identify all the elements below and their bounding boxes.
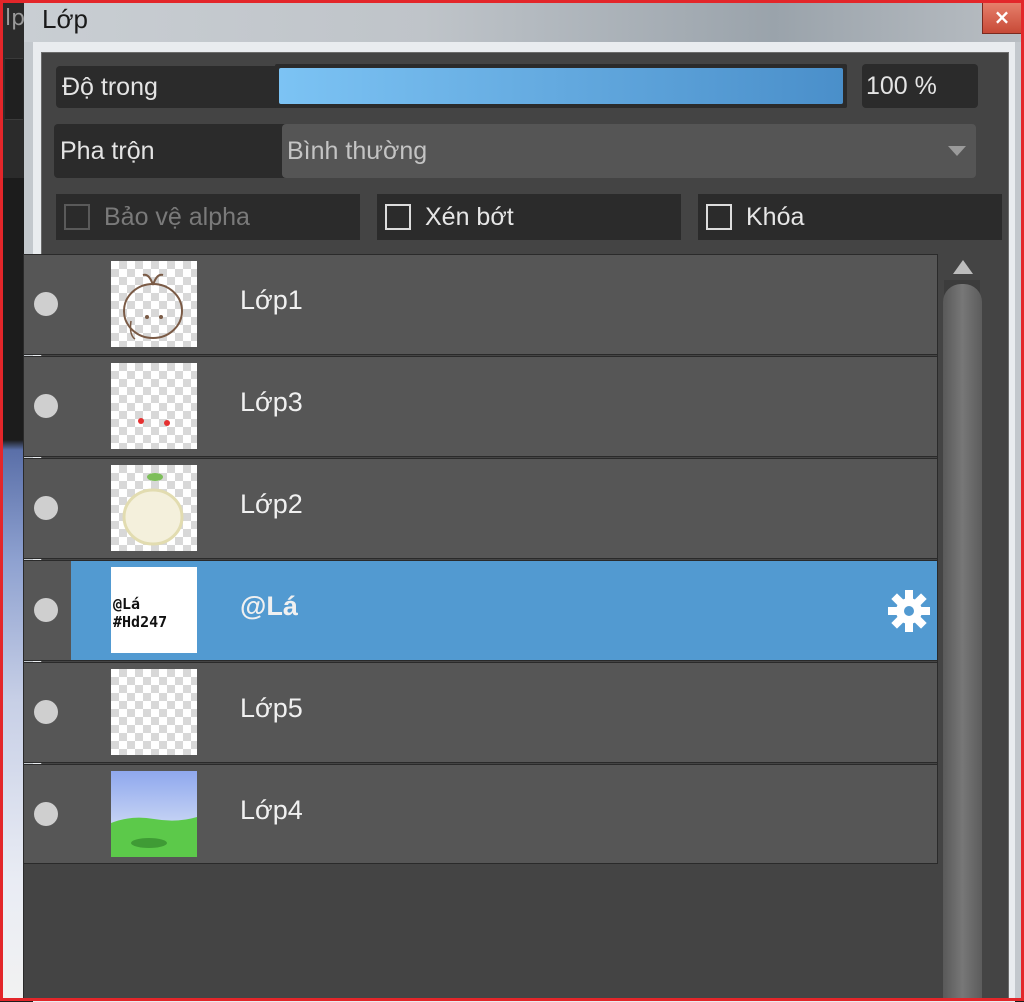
opacity-value[interactable]: 100 % [862, 64, 978, 108]
scroll-up-arrow-icon[interactable] [950, 256, 976, 278]
sky-grass-thumbnail [111, 771, 197, 857]
layer-row[interactable]: Lớp1 [23, 254, 938, 355]
opacity-slider[interactable] [275, 64, 847, 108]
protect-alpha-label: Bảo vệ alpha [104, 202, 250, 231]
layer-name: Lớp3 [240, 387, 303, 417]
title-bar[interactable]: Lớp × [24, 0, 1024, 42]
checkbox-box [706, 204, 732, 230]
checkbox-box [64, 204, 90, 230]
layer-thumbnail [111, 771, 197, 857]
protect-alpha-checkbox[interactable]: Bảo vệ alpha [56, 194, 360, 240]
blend-mode-select[interactable]: Bình thường [282, 124, 976, 178]
layer-thumbnail [111, 261, 197, 347]
visibility-dot-icon[interactable] [34, 496, 58, 520]
background-text-fragment: lp [5, 6, 26, 31]
layer-name: Lớp2 [240, 489, 303, 519]
layer-name: Lớp4 [240, 795, 303, 825]
red-dots-thumbnail [138, 418, 170, 426]
visibility-dot-icon[interactable] [34, 802, 58, 826]
layer-row[interactable]: Lớp5 [23, 662, 938, 763]
lock-checkbox[interactable]: Khóa [698, 194, 1002, 240]
layer-list-empty-area [23, 864, 939, 1001]
layer-name: @Lá [240, 591, 298, 621]
visibility-dot-icon[interactable] [34, 394, 58, 418]
layer-row[interactable]: Lớp4 [23, 764, 938, 865]
text-stamp-thumbnail: @Lá #Hd247 [111, 593, 197, 631]
layer-row[interactable]: Lớp2 [23, 458, 938, 559]
layer-thumbnail [111, 669, 197, 755]
gear-icon[interactable] [886, 588, 932, 634]
clip-label: Xén bớt [425, 202, 514, 231]
layer-row-selected[interactable]: @Lá #Hd247 @Lá [23, 560, 938, 661]
layer-list: Lớp1 Lớp3 Lớp2 @Lá #Hd247 @Lá Lớp5 Lớp4 [23, 254, 938, 865]
opacity-slider-fill [279, 68, 843, 104]
layer-name: Lớp5 [240, 693, 303, 723]
layer-name: Lớp1 [240, 285, 303, 315]
close-icon: × [993, 5, 1011, 29]
opacity-label: Độ trong [56, 66, 284, 108]
layer-row[interactable]: Lớp3 [23, 356, 938, 457]
face-sketch-thumbnail [123, 273, 183, 340]
chevron-down-icon [948, 146, 966, 156]
layer-thumbnail: @Lá #Hd247 [111, 567, 197, 653]
thumb-text-line-2: #Hd247 [113, 613, 167, 631]
window-title: Lớp [42, 4, 88, 34]
background-window-strip: lp [3, 0, 25, 1001]
layer-thumbnail [111, 363, 197, 449]
visibility-dot-icon[interactable] [34, 598, 58, 622]
visibility-dot-icon[interactable] [34, 700, 58, 724]
blend-mode-value: Bình thường [287, 136, 428, 165]
clip-checkbox[interactable]: Xén bớt [377, 194, 681, 240]
layer-thumbnail [111, 465, 197, 551]
close-button[interactable]: × [982, 0, 1022, 34]
thumb-text-line-1: @Lá [113, 595, 140, 613]
scrollbar-thumb[interactable] [943, 284, 982, 1001]
blend-label: Pha trộn [54, 124, 290, 178]
selection-highlight [71, 561, 938, 660]
checkbox-box [385, 204, 411, 230]
background-bar [5, 58, 23, 120]
visibility-dot-icon[interactable] [34, 292, 58, 316]
cream-body-thumbnail [122, 473, 184, 546]
lock-label: Khóa [746, 202, 805, 231]
